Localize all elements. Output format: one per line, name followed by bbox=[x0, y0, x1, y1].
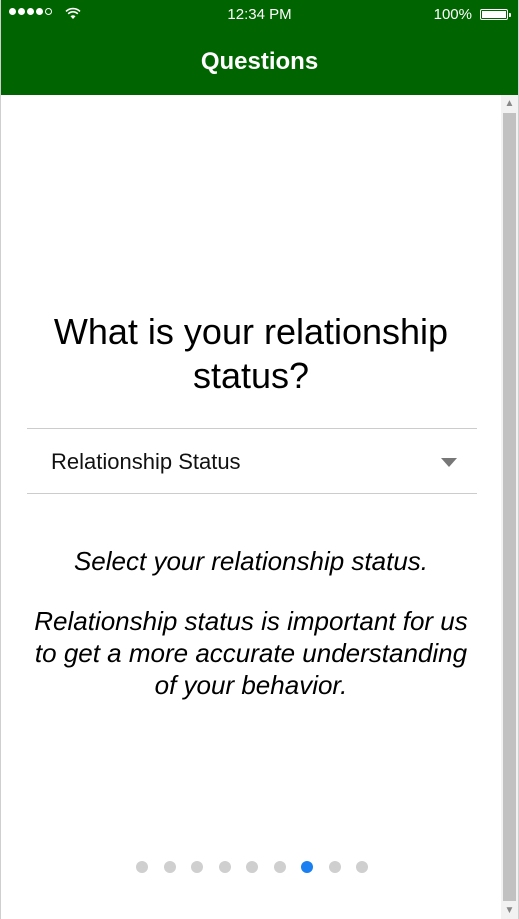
battery-percentage: 100% bbox=[433, 6, 472, 23]
nav-title: Questions bbox=[200, 48, 319, 75]
page-dot[interactable] bbox=[246, 861, 258, 873]
page-dot[interactable] bbox=[301, 861, 313, 873]
battery-icon bbox=[480, 9, 511, 20]
help-text-primary: Select your relationship status. bbox=[73, 546, 429, 576]
page-dot[interactable] bbox=[273, 861, 286, 873]
question-title: What is your relationship status? bbox=[53, 311, 449, 396]
scrollbar[interactable]: ▲ ▼ bbox=[501, 95, 518, 919]
page-dot[interactable] bbox=[356, 861, 368, 873]
page-dot[interactable] bbox=[218, 861, 231, 873]
question-content: What is your relationship status? Relati… bbox=[1, 95, 501, 919]
help-text-secondary: Relationship status is important for us … bbox=[34, 606, 468, 700]
page-indicator bbox=[136, 861, 368, 873]
scroll-thumb[interactable] bbox=[503, 113, 516, 901]
scroll-down-arrow-icon[interactable]: ▼ bbox=[501, 902, 518, 919]
dropdown-label: Relationship Status bbox=[51, 449, 241, 474]
page-dot[interactable] bbox=[136, 861, 148, 873]
nav-bar: Questions bbox=[1, 30, 518, 95]
scroll-up-arrow-icon[interactable]: ▲ bbox=[501, 95, 518, 112]
chevron-down-icon bbox=[441, 458, 457, 467]
relationship-status-dropdown[interactable]: Relationship Status bbox=[27, 428, 477, 494]
screen: 12:34 PM 100% Questions What is your rel… bbox=[0, 0, 519, 919]
page-dot[interactable] bbox=[163, 861, 176, 873]
status-bar: 12:34 PM 100% bbox=[1, 0, 518, 30]
page-dot[interactable] bbox=[191, 861, 203, 873]
page-dot[interactable] bbox=[328, 861, 341, 873]
